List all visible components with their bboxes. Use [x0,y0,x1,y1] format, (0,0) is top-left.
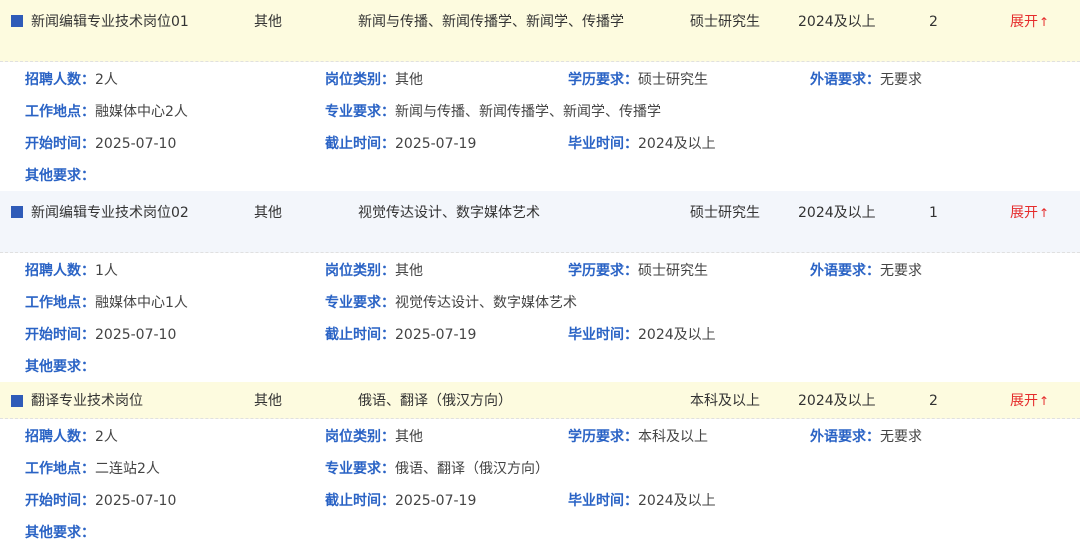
start-label: 开始时间： [25,136,95,152]
location-value: 二连站2人 [95,461,160,477]
count-label: 招聘人数： [25,429,95,445]
grad-value: 2024及以上 [638,136,716,152]
job-major: 俄语、翻译（俄汉方向） [358,393,512,409]
major-label: 专业要求： [325,461,395,477]
arrow-up-icon: ↑ [1039,15,1050,29]
location-value: 融媒体中心2人 [95,104,188,120]
job-graduation: 2024及以上 [798,14,876,30]
end-label: 截止时间： [325,327,395,343]
language-value: 无要求 [880,72,922,88]
job-type: 其他 [254,14,282,30]
start-label: 开始时间： [25,327,95,343]
job-count: 1 [929,205,938,221]
job-entry: 新闻编辑专业技术岗位02 其他 视觉传达设计、数字媒体艺术 硕士研究生 2024… [0,191,1080,382]
job-name: 新闻编辑专业技术岗位01 [31,14,189,30]
job-major: 新闻与传播、新闻传播学、新闻学、传播学 [358,14,624,30]
job-education: 硕士研究生 [690,205,760,221]
grad-label: 毕业时间： [568,327,638,343]
end-label: 截止时间： [325,493,395,509]
category-label: 岗位类别： [325,263,395,279]
category-value: 其他 [395,72,423,88]
category-label: 岗位类别： [325,429,395,445]
job-major: 视觉传达设计、数字媒体艺术 [358,205,540,221]
job-count: 2 [929,14,938,30]
category-value: 其他 [395,429,423,445]
arrow-up-icon: ↑ [1039,394,1050,408]
job-detail: 招聘人数：2人 岗位类别：其他 学历要求：硕士研究生 外语要求：无要求 工作地点… [0,62,1080,191]
expand-toggle[interactable]: 展开↑ [1010,12,1049,32]
major-value: 视觉传达设计、数字媒体艺术 [395,295,577,311]
end-value: 2025-07-19 [395,493,477,509]
grad-value: 2024及以上 [638,493,716,509]
job-count: 2 [929,393,938,409]
education-label: 学历要求： [568,263,638,279]
major-label: 专业要求： [325,295,395,311]
grad-value: 2024及以上 [638,327,716,343]
location-label: 工作地点： [25,104,95,120]
grad-label: 毕业时间： [568,493,638,509]
location-label: 工作地点： [25,461,95,477]
other-label: 其他要求： [25,525,95,541]
major-value: 俄语、翻译（俄汉方向） [395,461,549,477]
row-marker-icon [11,15,23,27]
job-type: 其他 [254,205,282,221]
major-label: 专业要求： [325,104,395,120]
job-type: 其他 [254,393,282,409]
end-value: 2025-07-19 [395,327,477,343]
count-value: 2人 [95,429,118,445]
job-row[interactable]: 新闻编辑专业技术岗位02 其他 视觉传达设计、数字媒体艺术 硕士研究生 2024… [0,191,1080,253]
job-graduation: 2024及以上 [798,205,876,221]
language-value: 无要求 [880,429,922,445]
language-value: 无要求 [880,263,922,279]
education-label: 学历要求： [568,429,638,445]
start-label: 开始时间： [25,493,95,509]
row-marker-icon [11,395,23,407]
end-label: 截止时间： [325,136,395,152]
row-marker-icon [11,206,23,218]
job-education: 本科及以上 [690,393,760,409]
count-value: 1人 [95,263,118,279]
job-row[interactable]: 翻译专业技术岗位 其他 俄语、翻译（俄汉方向） 本科及以上 2024及以上 2 … [0,382,1080,419]
job-education: 硕士研究生 [690,14,760,30]
start-value: 2025-07-10 [95,136,177,152]
major-value: 新闻与传播、新闻传播学、新闻学、传播学 [395,104,661,120]
expand-label: 展开 [1010,14,1038,30]
count-value: 2人 [95,72,118,88]
expand-label: 展开 [1010,205,1038,221]
other-label: 其他要求： [25,168,95,184]
expand-toggle[interactable]: 展开↑ [1010,391,1049,411]
job-name: 翻译专业技术岗位 [31,393,143,409]
education-value: 硕士研究生 [638,72,708,88]
job-entry: 翻译专业技术岗位 其他 俄语、翻译（俄汉方向） 本科及以上 2024及以上 2 … [0,382,1080,548]
count-label: 招聘人数： [25,72,95,88]
job-name: 新闻编辑专业技术岗位02 [31,205,189,221]
education-value: 本科及以上 [638,429,708,445]
start-value: 2025-07-10 [95,493,177,509]
language-label: 外语要求： [810,429,880,445]
job-detail: 招聘人数：2人 岗位类别：其他 学历要求：本科及以上 外语要求：无要求 工作地点… [0,419,1080,548]
education-label: 学历要求： [568,72,638,88]
job-row[interactable]: 新闻编辑专业技术岗位01 其他 新闻与传播、新闻传播学、新闻学、传播学 硕士研究… [0,0,1080,62]
grad-label: 毕业时间： [568,136,638,152]
category-value: 其他 [395,263,423,279]
job-detail: 招聘人数：1人 岗位类别：其他 学历要求：硕士研究生 外语要求：无要求 工作地点… [0,253,1080,382]
job-entry: 新闻编辑专业技术岗位01 其他 新闻与传播、新闻传播学、新闻学、传播学 硕士研究… [0,0,1080,191]
arrow-up-icon: ↑ [1039,206,1050,220]
other-label: 其他要求： [25,359,95,375]
location-label: 工作地点： [25,295,95,311]
end-value: 2025-07-19 [395,136,477,152]
category-label: 岗位类别： [325,72,395,88]
job-graduation: 2024及以上 [798,393,876,409]
start-value: 2025-07-10 [95,327,177,343]
location-value: 融媒体中心1人 [95,295,188,311]
language-label: 外语要求： [810,263,880,279]
expand-toggle[interactable]: 展开↑ [1010,203,1049,223]
count-label: 招聘人数： [25,263,95,279]
education-value: 硕士研究生 [638,263,708,279]
language-label: 外语要求： [810,72,880,88]
expand-label: 展开 [1010,393,1038,409]
